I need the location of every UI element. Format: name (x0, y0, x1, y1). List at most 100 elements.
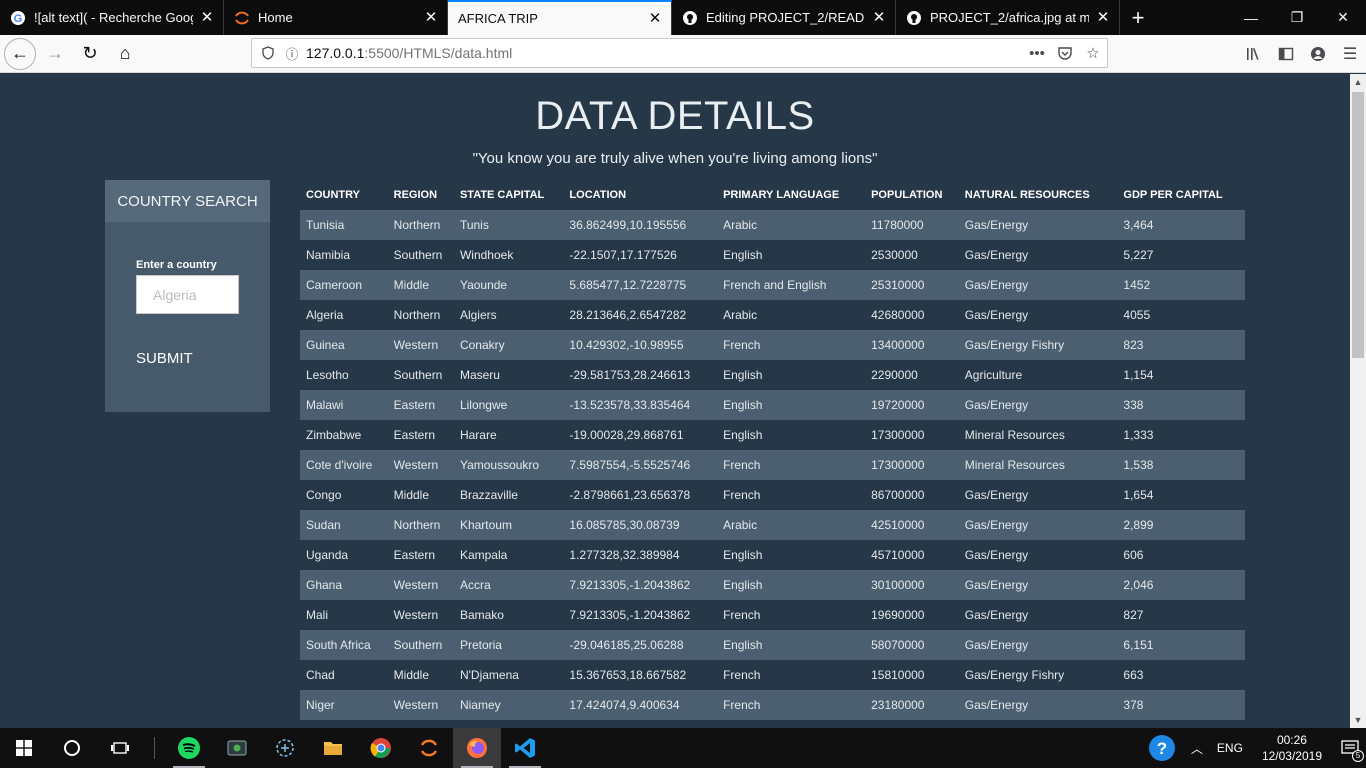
cell-capital: Yaounde (459, 278, 508, 292)
cell-gdp: 823 (1123, 338, 1144, 352)
help-icon[interactable]: ? (1140, 728, 1184, 768)
vscode-icon[interactable] (501, 728, 549, 768)
close-icon[interactable]: ✕ (871, 9, 887, 26)
scroll-down-arrow-icon[interactable]: ▼ (1350, 712, 1366, 728)
close-icon[interactable]: ✕ (1095, 9, 1111, 26)
vertical-scrollbar[interactable]: ▲ ▼ (1350, 74, 1366, 728)
reload-icon[interactable]: ↻ (74, 38, 106, 70)
cell-population: 30100000 (871, 578, 925, 592)
cell-location: 10.429302,-10.98955 (569, 338, 684, 352)
notification-icon[interactable]: 5 (1334, 728, 1366, 768)
table-row: Namibia Southern Windhoek -22.1507,17.17752… (300, 240, 1245, 270)
cell-language: French (723, 488, 761, 502)
cell-language: English (723, 548, 763, 562)
home-icon[interactable]: ⌂ (109, 38, 141, 70)
cell-country: Malawi (306, 398, 344, 412)
close-icon[interactable]: ✕ (647, 10, 663, 27)
tab-home[interactable]: Home ✕ (224, 0, 448, 35)
table-row: Malawi Eastern Lilongwe -13.523578,33.83546… (300, 390, 1245, 420)
page-title: DATA DETAILS (535, 94, 815, 138)
cell-population: 17300000 (871, 458, 925, 472)
jupyter-icon[interactable] (405, 728, 453, 768)
table-row: Algeria Northern Algiers 28.213646,2.654728… (300, 300, 1245, 330)
restore-icon[interactable]: ❐ (1274, 0, 1320, 35)
menu-icon[interactable]: ☰ (1334, 38, 1366, 70)
snipping-tool-icon[interactable] (261, 728, 309, 768)
cell-gdp: 4055 (1123, 308, 1151, 322)
file-explorer-icon[interactable] (309, 728, 357, 768)
spotify-icon[interactable] (165, 728, 213, 768)
cell-region: Eastern (393, 548, 436, 562)
screen-recorder-icon[interactable] (213, 728, 261, 768)
language-indicator[interactable]: ENG (1210, 728, 1250, 768)
cell-language: Arabic (723, 518, 758, 532)
cell-region: Northern (393, 518, 441, 532)
cell-population: 13400000 (871, 338, 925, 352)
scroll-up-arrow-icon[interactable]: ▲ (1350, 74, 1366, 90)
close-icon[interactable]: ✕ (423, 9, 439, 26)
cell-region: Eastern (393, 398, 436, 412)
cell-country: Lesotho (306, 368, 349, 382)
cell-language: English (723, 398, 763, 412)
cell-location: 28.213646,2.6547282 (569, 308, 687, 322)
scrollbar-thumb[interactable] (1352, 92, 1364, 358)
country-search-heading: COUNTRY SEARCH (105, 180, 270, 222)
cell-gdp: 5,227 (1123, 248, 1154, 262)
cell-population: 86700000 (871, 488, 925, 502)
tab-africa-trip[interactable]: AFRICA TRIP ✕ (448, 0, 672, 35)
url-path: :5500/HTMLS/data.html (364, 45, 513, 61)
cell-population: 45710000 (871, 548, 925, 562)
windows-start-icon[interactable] (0, 728, 48, 768)
tab-google-search[interactable]: G ![alt text]( - Recherche Google ✕ (0, 0, 224, 35)
shield-icon[interactable] (258, 43, 278, 63)
cell-gdp: 6,151 (1123, 638, 1154, 652)
submit-button[interactable]: SUBMIT (136, 350, 193, 367)
url-bar[interactable]: ⓘ 127.0.0.1:5500/HTMLS/data.html ••• ☆ (251, 38, 1108, 68)
forward-arrow-icon[interactable]: → (39, 38, 71, 70)
cell-language: English (723, 638, 763, 652)
column-header: GDP PER CAPITAL (1123, 189, 1223, 201)
search-circle-icon[interactable] (48, 728, 96, 768)
cell-region: Western (393, 578, 439, 592)
cell-resources: Agriculture (964, 368, 1023, 382)
back-arrow-icon[interactable]: ← (4, 37, 36, 70)
cell-capital: Pretoria (459, 638, 502, 652)
cell-region: Western (393, 338, 439, 352)
page-actions-icon[interactable]: ••• (1023, 39, 1051, 67)
new-tab-button[interactable]: + (1120, 0, 1156, 35)
minimize-icon[interactable]: — (1228, 0, 1274, 35)
column-header: STATE CAPITAL (459, 189, 545, 201)
close-icon[interactable]: ✕ (199, 9, 215, 26)
column-header: REGION (393, 189, 438, 201)
cell-gdp: 606 (1123, 548, 1144, 562)
tab-github-readme[interactable]: Editing PROJECT_2/README.m ✕ (672, 0, 896, 35)
cell-gdp: 2,899 (1123, 518, 1154, 532)
info-icon[interactable]: ⓘ (282, 43, 302, 63)
cell-population: 25310000 (871, 278, 925, 292)
bookmark-star-icon[interactable]: ☆ (1079, 39, 1107, 67)
tab-github-africa-jpg[interactable]: PROJECT_2/africa.jpg at maste ✕ (896, 0, 1120, 35)
cell-gdp: 1,154 (1123, 368, 1154, 382)
chevron-up-icon[interactable]: ︿ (1184, 728, 1210, 768)
clock[interactable]: 00:26 12/03/2019 (1250, 732, 1334, 764)
cell-language: English (723, 428, 763, 442)
cell-location: -22.1507,17.177526 (569, 248, 677, 262)
account-icon[interactable] (1302, 38, 1334, 70)
cell-population: 11780000 (871, 218, 924, 232)
cell-language: French and English (723, 278, 827, 292)
library-icon[interactable] (1238, 38, 1270, 70)
close-window-icon[interactable]: ✕ (1320, 0, 1366, 35)
sidebar-icon[interactable] (1270, 38, 1302, 70)
chrome-icon[interactable] (357, 728, 405, 768)
cell-capital: Khartoum (459, 518, 512, 532)
pocket-icon[interactable] (1051, 39, 1079, 67)
firefox-icon[interactable] (453, 728, 501, 768)
table-row: Tunisia Northern Tunis 36.862499,10.195556 A… (300, 210, 1245, 240)
cell-country: Niger (306, 698, 335, 712)
column-header: NATURAL RESOURCES (964, 189, 1090, 201)
cell-capital: Algiers (459, 308, 497, 322)
cell-capital: Lilongwe (459, 398, 508, 412)
task-view-icon[interactable] (96, 728, 144, 768)
country-search-input[interactable] (136, 275, 239, 314)
cell-country: Congo (306, 488, 342, 502)
